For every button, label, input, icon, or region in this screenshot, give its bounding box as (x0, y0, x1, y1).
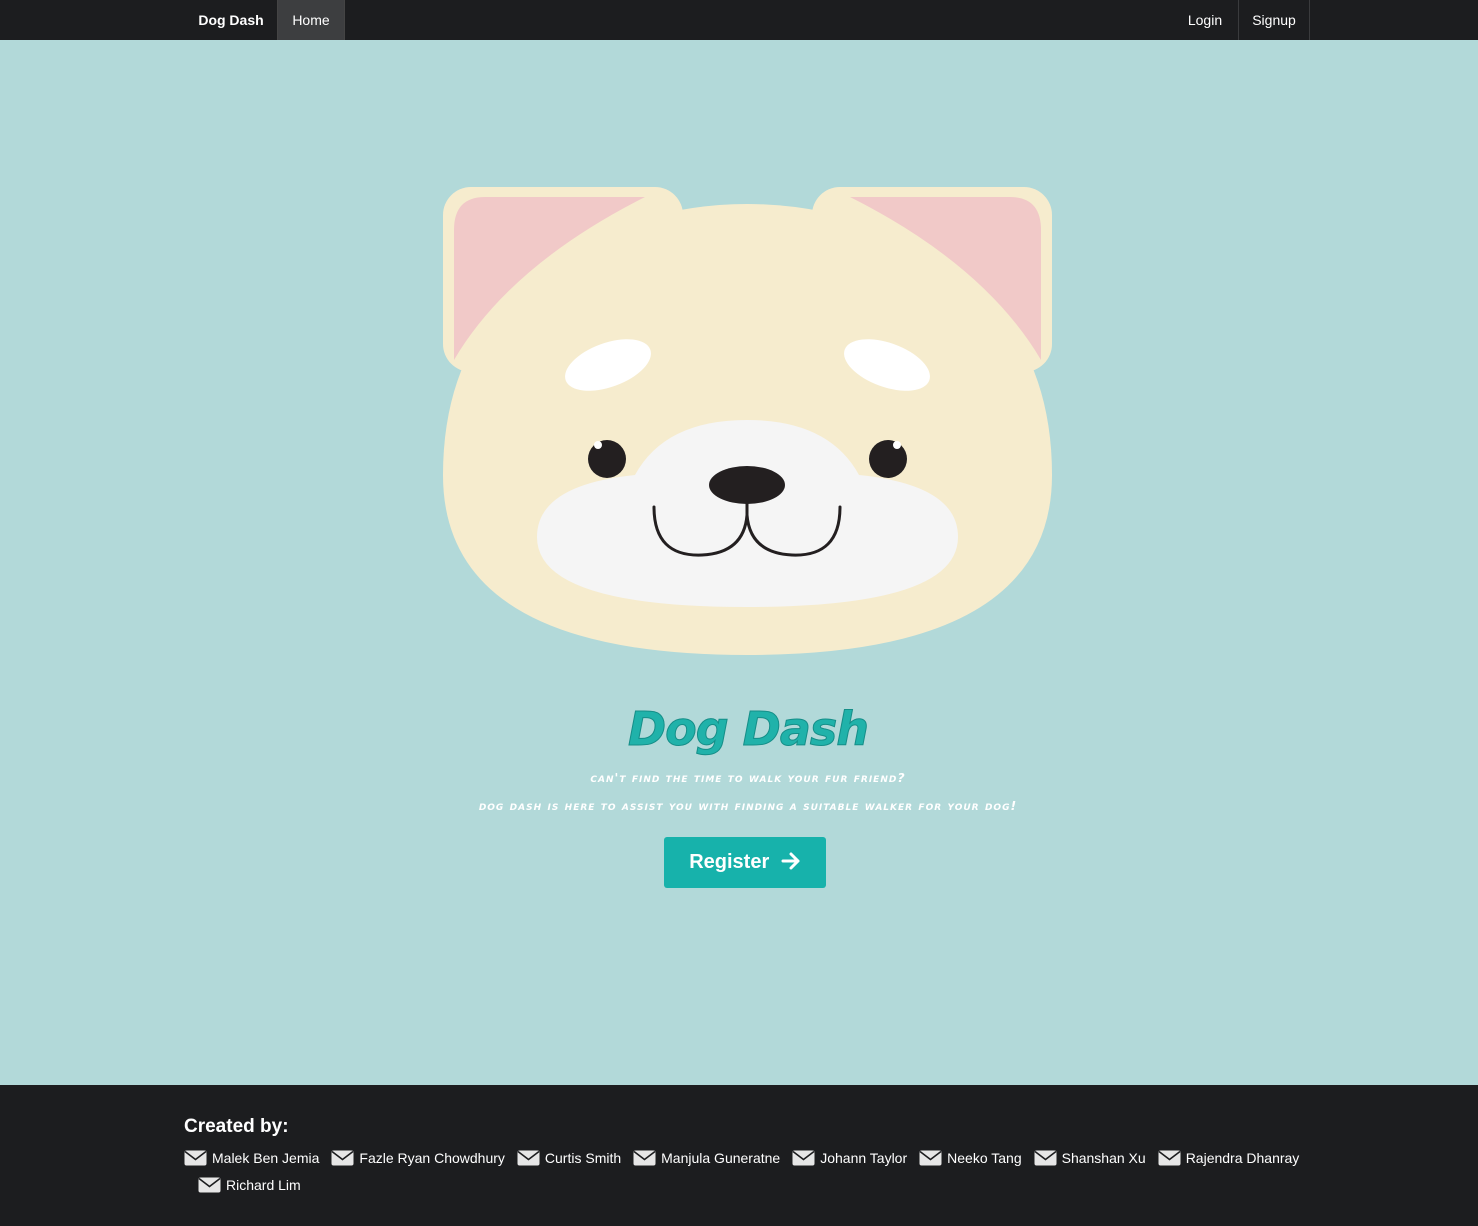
creator-name: Manjula Guneratne (661, 1150, 781, 1166)
envelope-icon (517, 1150, 540, 1166)
brand-link[interactable]: Dog Dash (186, 0, 276, 40)
creator-name: Rajendra Dhanray (1185, 1150, 1300, 1166)
creator-name: Fazle Ryan Chowdhury (359, 1150, 505, 1166)
dog-face-illustration (443, 187, 1052, 655)
envelope-icon (184, 1150, 207, 1166)
register-button[interactable]: Register (664, 837, 826, 888)
nose (709, 466, 785, 504)
creator-email-link[interactable]: Fazle Ryan Chowdhury (331, 1145, 505, 1172)
creator-email-link[interactable]: Richard Lim (198, 1172, 301, 1199)
envelope-icon (331, 1150, 354, 1166)
creator-name: Malek Ben Jemia (212, 1150, 320, 1166)
nav-signup-link[interactable]: Signup (1238, 0, 1310, 40)
left-eye (588, 440, 626, 478)
created-by-heading: Created by: (184, 1116, 289, 1137)
nav-home-link[interactable]: Home (277, 0, 345, 40)
creators-list: Malek Ben Jemia Fazle Ryan Chowdhury Curti… (184, 1145, 1314, 1199)
hero-tagline-2: Dog Dash is here to assist you with find… (478, 798, 1018, 813)
footer: Created by: Malek Ben Jemia Fazle Ryan Ch… (0, 1085, 1478, 1226)
register-label: Register (689, 851, 770, 873)
creator-email-link[interactable]: Neeko Tang (919, 1145, 1022, 1172)
envelope-icon (919, 1150, 942, 1166)
creator-name: Johann Taylor (820, 1150, 908, 1166)
envelope-icon (1034, 1150, 1057, 1166)
right-eye (869, 440, 907, 478)
envelope-icon (792, 1150, 815, 1166)
left-eye-highlight (594, 441, 602, 449)
creator-email-link[interactable]: Curtis Smith (517, 1145, 621, 1172)
arrow-right-icon (781, 852, 800, 870)
nav-login-link[interactable]: Login (1172, 0, 1238, 40)
creator-email-link[interactable]: Malek Ben Jemia (184, 1145, 319, 1172)
envelope-icon (1158, 1150, 1181, 1166)
right-eye-highlight (893, 441, 901, 449)
creator-name: Neeko Tang (947, 1150, 1022, 1166)
hero-tagline-1: Can't find the time to walk your fur fri… (590, 770, 906, 785)
creator-email-link[interactable]: Manjula Guneratne (633, 1145, 780, 1172)
hero-title: Dog Dash (627, 702, 869, 757)
envelope-icon (633, 1150, 656, 1166)
top-navbar: Dog Dash Home Login Signup (0, 0, 1478, 40)
creator-email-link[interactable]: Rajendra Dhanray (1158, 1145, 1300, 1172)
creator-email-link[interactable]: Johann Taylor (792, 1145, 907, 1172)
creator-name: Curtis Smith (544, 1150, 622, 1166)
creator-email-link[interactable]: Shanshan Xu (1034, 1145, 1146, 1172)
envelope-icon (198, 1177, 221, 1193)
creator-name: Richard Lim (226, 1177, 301, 1193)
creator-name: Shanshan Xu (1061, 1150, 1146, 1166)
